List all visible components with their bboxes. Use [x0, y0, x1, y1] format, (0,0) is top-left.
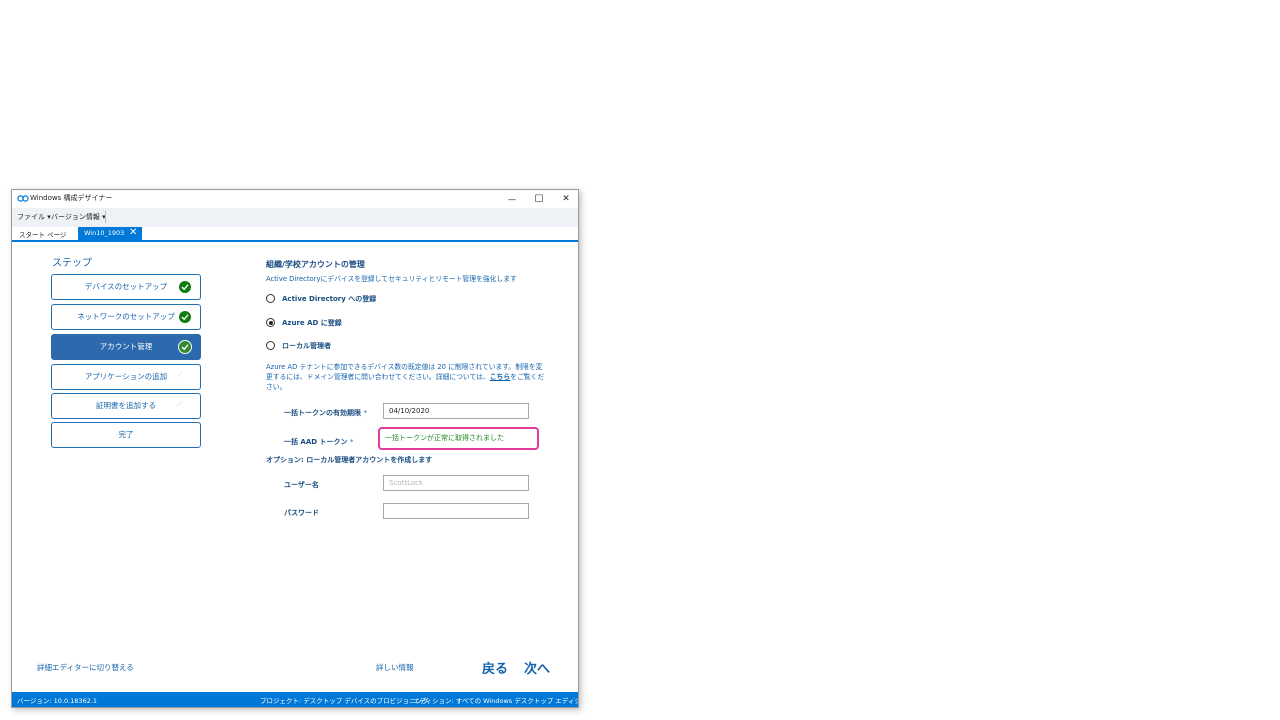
check-icon [178, 280, 192, 294]
window-title: Windows 構成デザイナー [30, 194, 113, 202]
app-logo-icon [17, 195, 29, 202]
menu-bar: ファイル ▾ バージョン情報 ▾ [12, 208, 578, 227]
check-icon [178, 310, 192, 324]
aad-token-status-box: 一括トークンが正常に取得されました [378, 427, 539, 450]
tab-win10-1903[interactable]: Win10_1903 ✕ [78, 227, 142, 240]
resize-grip-icon[interactable]: ⋰ [569, 697, 575, 704]
radio-active-directory[interactable] [266, 294, 275, 303]
step-network-setup[interactable]: ネットワークのセットアップ [51, 304, 201, 330]
password-label: パスワード [284, 509, 319, 517]
next-button[interactable]: 次へ [524, 658, 550, 677]
radio-label-local-admin[interactable]: ローカル管理者 [282, 341, 331, 351]
pending-icon: ⟋ [177, 371, 182, 379]
tab-start-page[interactable]: スタート ページ [19, 229, 66, 239]
title-bar: Windows 構成デザイナー — ☐ ✕ [12, 190, 578, 208]
tab-bar: スタート ページ Win10_1903 ✕ [12, 227, 578, 240]
step-account-management[interactable]: アカウント管理 [51, 334, 201, 360]
password-input[interactable] [383, 503, 529, 519]
check-icon [178, 340, 192, 354]
tab-label: Win10_1903 [84, 229, 125, 237]
minimize-button[interactable]: — [498, 191, 526, 207]
token-expiry-label: 一括トークンの有効期限 * [284, 408, 367, 418]
radio-azure-ad[interactable] [266, 318, 275, 327]
menu-file[interactable]: ファイル ▾ [17, 212, 51, 222]
tab-underline [12, 240, 578, 242]
radio-local-admin[interactable] [266, 341, 275, 350]
maximize-icon: ☐ [534, 193, 544, 205]
step-add-applications[interactable]: アプリケーションの追加 ⟋ [51, 364, 201, 390]
required-mark: * [349, 438, 354, 446]
status-project: プロジェクト: デスクトップ デバイスのプロビジョニング [260, 697, 429, 705]
required-mark: * [363, 409, 367, 417]
step-device-setup[interactable]: デバイスのセットアップ [51, 274, 201, 300]
username-input[interactable]: ScottLock [383, 475, 529, 491]
status-version: バージョン: 10.0.18362.1 [17, 697, 98, 705]
optional-local-admin-title: オプション: ローカル管理者アカウントを作成します [266, 456, 433, 464]
steps-title: ステップ [52, 258, 92, 269]
info-link-here[interactable]: こちら [490, 373, 510, 381]
tab-close-icon[interactable]: ✕ [129, 227, 137, 239]
step-finish[interactable]: 完了 [51, 422, 201, 448]
section-subtitle: Active Directoryにデバイスを登録してセキュリティとリモート管理を… [266, 275, 517, 283]
status-bar: バージョン: 10.0.18362.1 プロジェクト: デスクトップ デバイスの… [12, 692, 578, 707]
menu-version-info[interactable]: バージョン情報 ▾ [51, 212, 106, 222]
back-button[interactable]: 戻る [482, 658, 508, 677]
more-info-link[interactable]: 詳しい情報 [376, 662, 414, 673]
username-label: ユーザー名 [284, 481, 319, 489]
step-add-certificates[interactable]: 証明書を追加する ⟋ [51, 393, 201, 419]
token-expiry-label-text: 一括トークンの有効期限 [284, 409, 361, 417]
section-title: 組織/学校アカウントの管理 [266, 260, 365, 269]
close-button[interactable]: ✕ [552, 191, 578, 207]
token-expiry-input[interactable]: 04/10/2020 [383, 403, 529, 419]
maximize-button[interactable]: ☐ [525, 191, 553, 207]
aad-token-status-text: 一括トークンが正常に取得されました [385, 434, 504, 442]
aad-token-label-text: 一括 AAD トークン [284, 438, 348, 446]
radio-label-active-directory[interactable]: Active Directory への登録 [282, 294, 376, 304]
pending-icon: ⟋ [177, 400, 182, 408]
aad-token-label: 一括 AAD トークン * [284, 437, 353, 447]
step-label: 完了 [118, 430, 134, 439]
main-window: Windows 構成デザイナー — ☐ ✕ ファイル ▾ バージョン情報 ▾ ス… [11, 189, 579, 708]
status-edition: エディション: すべての Windows デスクトップ エディション [413, 697, 579, 705]
radio-label-azure-ad[interactable]: Azure AD に登録 [282, 318, 342, 328]
menu-separator [105, 211, 106, 223]
close-icon: ✕ [562, 194, 570, 204]
minimize-icon: — [508, 194, 516, 204]
switch-advanced-editor-link[interactable]: 詳細エディターに切り替える [37, 662, 134, 673]
azure-ad-info-text: Azure AD テナントに参加できるデバイス数の既定値は 20 に制限されてい… [266, 362, 546, 392]
